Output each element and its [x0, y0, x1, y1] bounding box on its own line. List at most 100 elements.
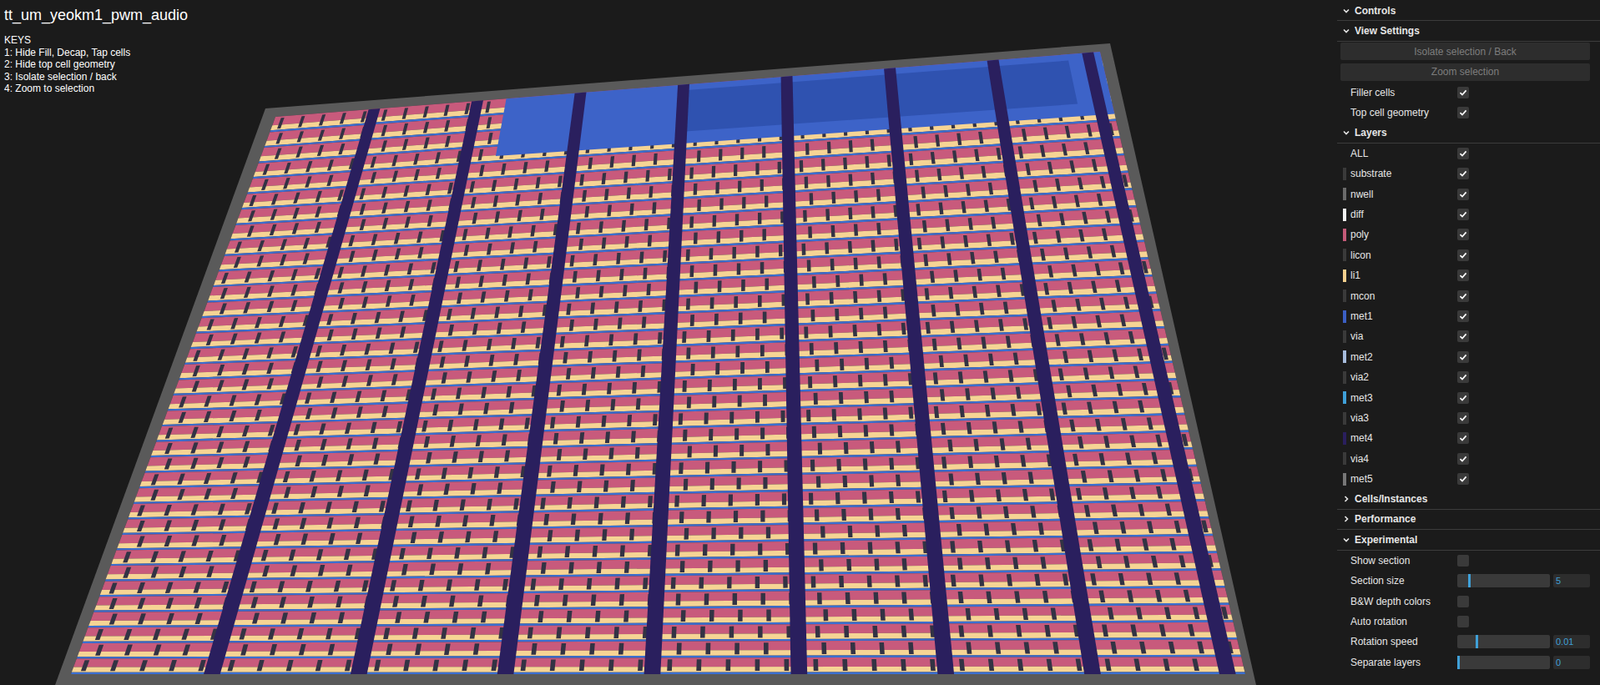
row-label: Show section [1340, 553, 1458, 569]
row-label: met1 [1340, 308, 1458, 324]
label-text: met3 [1350, 390, 1373, 406]
slider-row: Rotation speed 0.01 [1337, 631, 1600, 652]
label-text: ALL [1350, 146, 1368, 162]
slider-value[interactable]: 0 [1553, 656, 1590, 670]
chevron-down-icon [1342, 26, 1351, 36]
section-title: View Settings [1354, 23, 1420, 39]
checkbox-row: Top cell geometry [1337, 102, 1600, 123]
section-header[interactable]: Experimental [1337, 529, 1600, 551]
checkbox[interactable] [1457, 412, 1469, 424]
check-icon [1458, 251, 1468, 260]
layer-swatch [1342, 371, 1347, 384]
label-text: via4 [1350, 451, 1369, 467]
check-icon [1458, 413, 1468, 423]
slider-track[interactable] [1457, 635, 1550, 649]
section-header[interactable]: Layers [1337, 122, 1600, 143]
row-label: mcon [1340, 288, 1458, 304]
section-header[interactable]: Controls [1337, 0, 1600, 21]
row-label: diff [1340, 206, 1458, 223]
checkbox[interactable] [1457, 269, 1469, 282]
checkbox[interactable] [1457, 310, 1469, 323]
slider-value[interactable]: 5 [1553, 574, 1590, 588]
row-label: Auto rotation [1340, 614, 1458, 630]
row-label: poly [1340, 227, 1458, 243]
layer-swatch [1342, 350, 1347, 364]
layer-swatch [1342, 269, 1347, 283]
layout-canvas[interactable]: tt_um_yeokm1_pwm_audioKEYS1: Hide Fill, … [0, 0, 1338, 685]
check-icon [1458, 454, 1468, 464]
label-text: Auto rotation [1350, 614, 1408, 630]
slider-value[interactable]: 0.01 [1553, 635, 1590, 649]
slider-track[interactable] [1457, 574, 1550, 588]
checkbox[interactable] [1457, 208, 1469, 221]
checkbox[interactable] [1457, 392, 1469, 404]
slider[interactable]: 0 [1457, 656, 1590, 670]
layer-row: met4 [1337, 428, 1600, 449]
layer-swatch [1342, 248, 1347, 262]
row-label: met5 [1340, 471, 1458, 487]
layer-swatch [1342, 330, 1347, 344]
layer-swatch [1342, 187, 1347, 201]
slider-row: Section size5 [1337, 570, 1600, 591]
row-label: via4 [1340, 451, 1458, 467]
checkbox[interactable] [1457, 351, 1469, 364]
label-text: met4 [1350, 430, 1373, 446]
key-hint: 4: Zoom to selection [4, 82, 188, 96]
checkbox[interactable] [1457, 167, 1469, 180]
checkbox[interactable] [1457, 615, 1469, 628]
slider[interactable]: 0.01 [1457, 635, 1590, 649]
layer-row: li1 [1337, 265, 1600, 286]
checkbox[interactable] [1457, 147, 1469, 160]
layer-row: via3 [1337, 408, 1600, 429]
checkbox[interactable] [1457, 432, 1469, 445]
checkbox[interactable] [1457, 188, 1469, 201]
layer-swatch [1342, 228, 1347, 242]
slider-row: Separate layers0 [1337, 652, 1600, 673]
checkbox[interactable] [1457, 555, 1469, 567]
label-text: Show section [1350, 553, 1410, 569]
checkbox-row: Show section [1337, 550, 1600, 571]
section-header[interactable]: Cells/Instances [1337, 489, 1600, 510]
checkbox[interactable] [1457, 453, 1469, 465]
check-icon [1458, 353, 1468, 362]
slider[interactable]: 5 [1457, 574, 1590, 588]
check-icon [1458, 474, 1468, 484]
chip-3d-view[interactable] [0, 0, 1338, 685]
row-label: Rotation speed [1340, 634, 1458, 650]
checkbox[interactable] [1457, 371, 1469, 384]
layer-row: via [1337, 326, 1600, 347]
key-hint: 3: Isolate selection / back [4, 70, 188, 84]
section-header[interactable]: Performance [1337, 509, 1600, 530]
checkbox[interactable] [1457, 330, 1469, 343]
label-text: met2 [1350, 349, 1373, 365]
slider-track[interactable] [1457, 656, 1550, 670]
layer-row: met3 [1337, 387, 1600, 408]
row-label: via2 [1340, 369, 1458, 385]
controls-panel: ControlsView SettingsIsolate selection /… [1337, 0, 1600, 685]
chevron-down-icon [1342, 128, 1351, 137]
layer-swatch [1342, 473, 1347, 486]
section-header[interactable]: View Settings [1337, 20, 1600, 41]
row-label: nwell [1340, 186, 1458, 202]
keys-heading: KEYS [4, 34, 188, 47]
checkbox[interactable] [1457, 290, 1469, 303]
section-title: Controls [1354, 3, 1396, 19]
chevron-down-icon [1342, 535, 1351, 545]
checkbox[interactable] [1457, 473, 1469, 485]
check-icon [1458, 210, 1468, 219]
label-text: via2 [1350, 369, 1369, 385]
label-text: li1 [1350, 267, 1361, 283]
checkbox-row: ALL [1337, 143, 1600, 164]
checkbox[interactable] [1457, 86, 1469, 99]
chevron-down-icon [1342, 6, 1351, 16]
layer-swatch [1342, 412, 1347, 425]
checkbox[interactable] [1457, 249, 1469, 262]
section-title: Layers [1354, 125, 1388, 141]
section-title: Cells/Instances [1354, 491, 1428, 507]
checkbox[interactable] [1457, 595, 1469, 608]
checkbox[interactable] [1457, 228, 1469, 241]
check-icon [1458, 332, 1468, 341]
label-text: licon [1350, 247, 1372, 263]
check-icon [1458, 434, 1468, 443]
checkbox[interactable] [1457, 106, 1469, 119]
